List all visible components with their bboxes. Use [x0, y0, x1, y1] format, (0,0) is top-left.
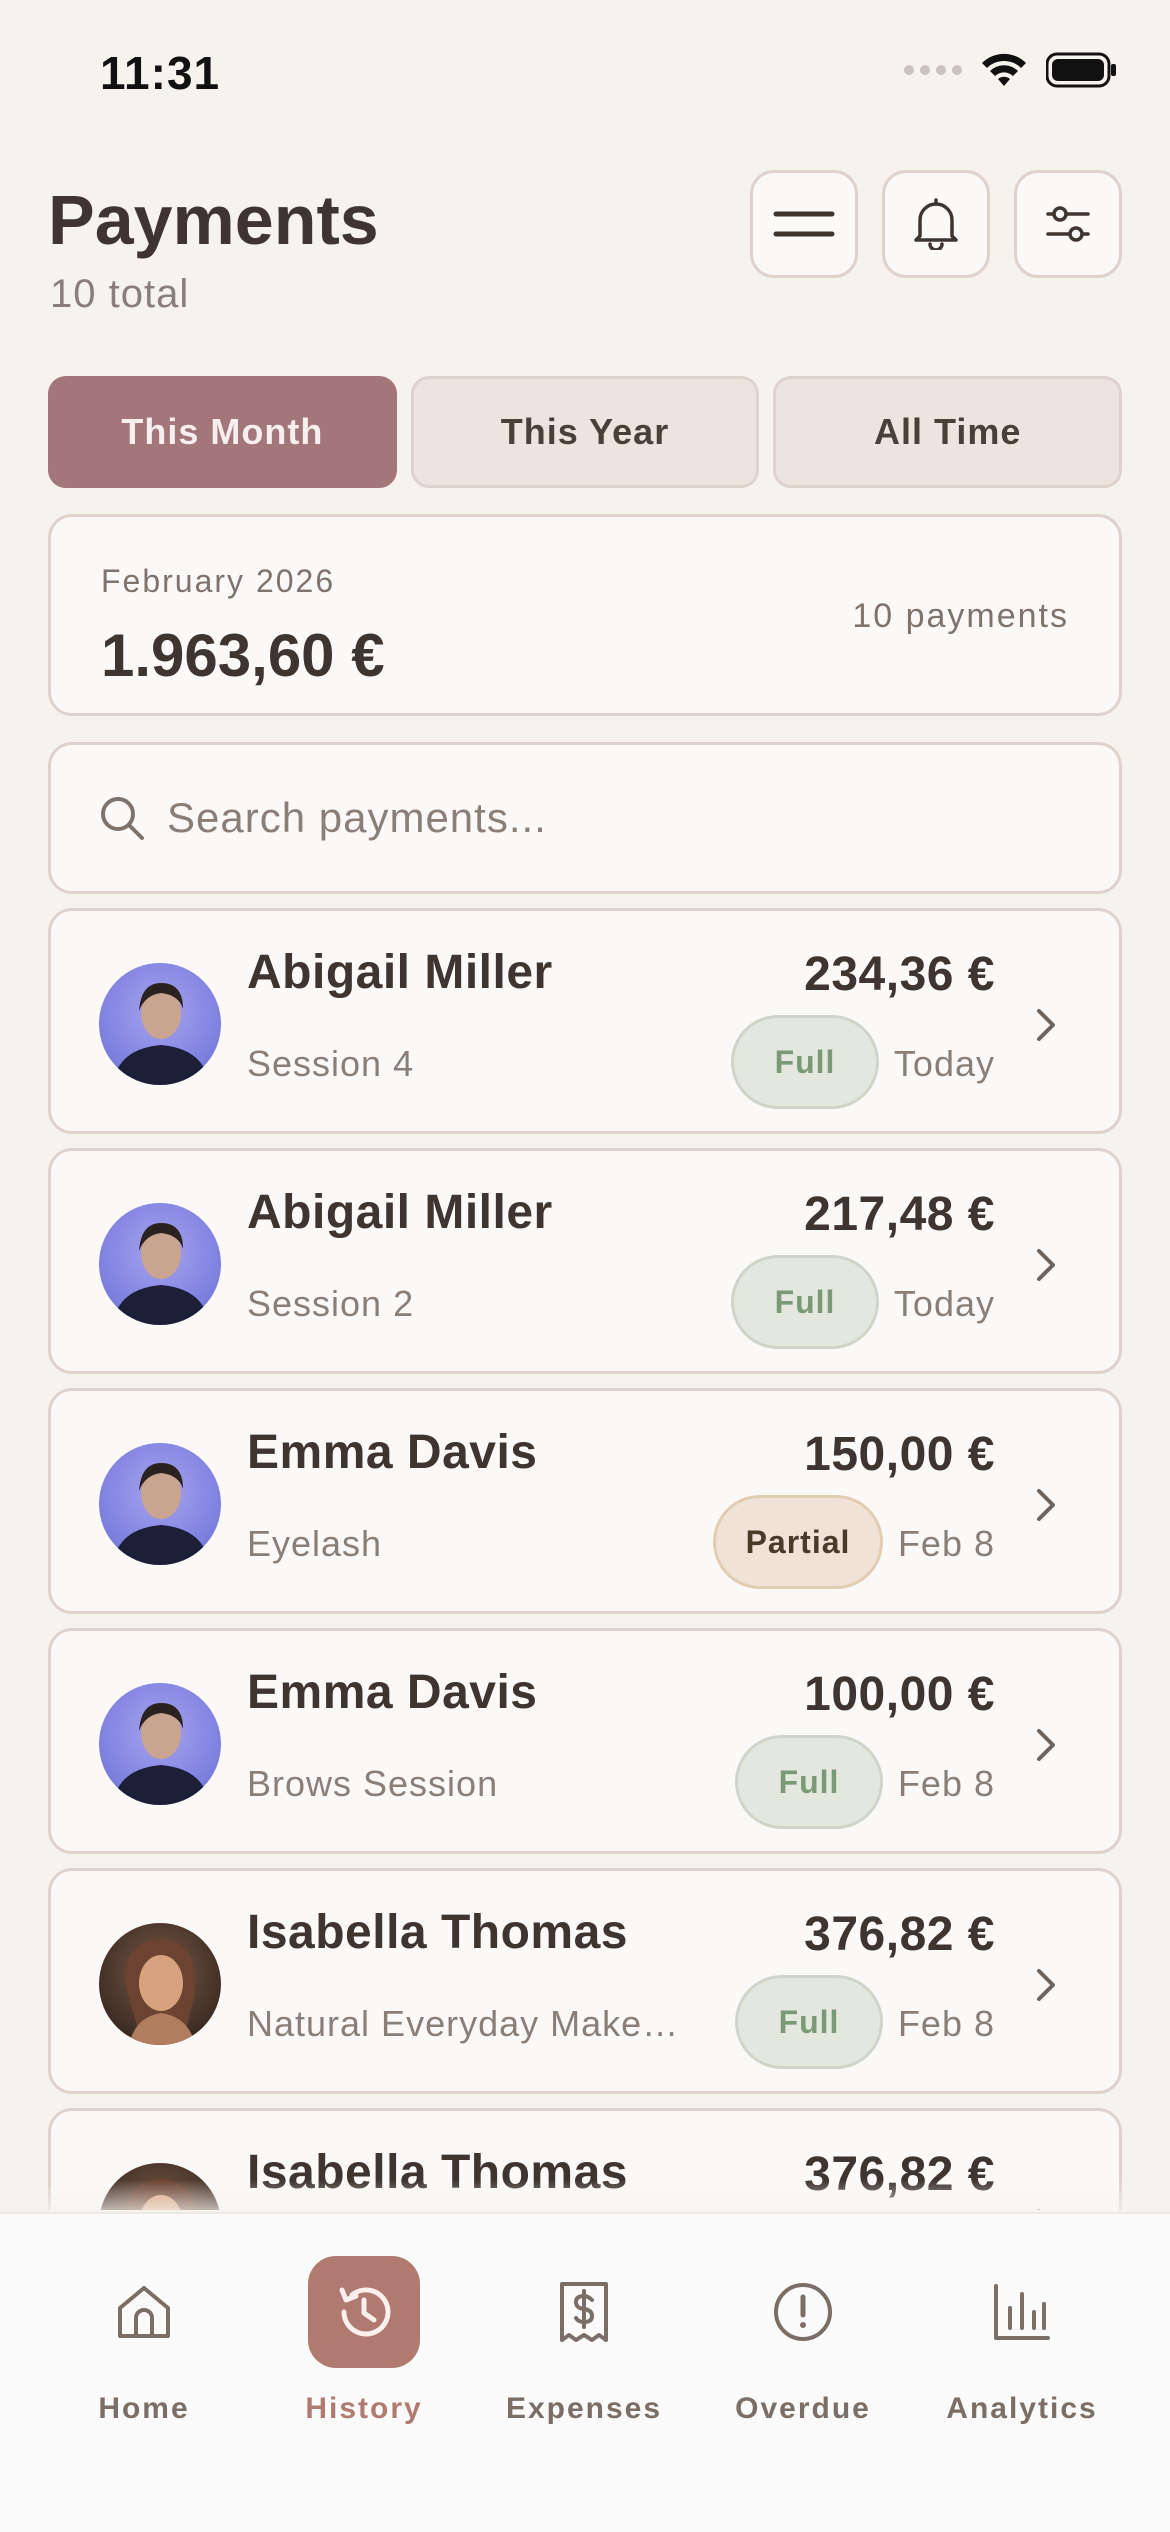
avatar: [99, 1203, 221, 1325]
client-name: Abigail Miller: [247, 946, 553, 999]
summary-period: February 2026: [101, 563, 336, 599]
payment-row[interactable]: Emma Davis Eyelash 150,00 € Partial Feb …: [48, 1388, 1122, 1614]
avatar: [99, 1923, 221, 2045]
tab-history[interactable]: History: [269, 2256, 459, 2425]
tab-home[interactable]: Home: [49, 2256, 239, 2425]
status-badge: Full: [731, 1015, 879, 1109]
client-name: Emma Davis: [247, 1666, 538, 1719]
client-name: Abigail Miller: [247, 1186, 553, 1239]
client-name: Emma Davis: [247, 1426, 538, 1479]
avatar: [99, 963, 221, 1085]
filter-button[interactable]: [1014, 170, 1122, 278]
segment-this-year[interactable]: This Year: [410, 376, 760, 488]
status-bar: 11:31: [0, 0, 1170, 150]
payment-amount: 100,00 €: [804, 1668, 995, 1721]
payment-date: Today: [893, 1283, 995, 1324]
payments-list: Abigail Miller Session 4 234,36 € Full T…: [48, 908, 1122, 2210]
chevron-right-icon: [1037, 1249, 1055, 1281]
menu-button[interactable]: [750, 170, 858, 278]
status-icons: [904, 52, 1118, 88]
payment-row[interactable]: Abigail Miller Session 2 217,48 € Full T…: [48, 1148, 1122, 1374]
menu-icon: [773, 211, 835, 237]
segment-all-time[interactable]: All Time: [773, 376, 1123, 488]
chart-icon: [994, 2284, 1050, 2340]
status-badge: Full: [735, 1975, 883, 2069]
payment-row[interactable]: Isabella Thomas Natural Everyday Make… 3…: [48, 1868, 1122, 2094]
service-name: Eyelash: [247, 1523, 383, 1564]
client-name: Isabella Thomas: [247, 1906, 628, 1959]
tab-label: Expenses: [505, 2392, 663, 2425]
summary-payment-count: 10 payments: [852, 597, 1069, 635]
payment-amount: 234,36 €: [804, 948, 995, 1001]
notifications-button[interactable]: [882, 170, 990, 278]
search-input[interactable]: [167, 794, 1047, 842]
payment-date: Today: [893, 1043, 995, 1084]
service-name: Natural Everyday Make…: [247, 2003, 680, 2044]
payment-row[interactable]: Abigail Miller Session 4 234,36 € Full T…: [48, 908, 1122, 1134]
avatar: [99, 1683, 221, 1805]
summary-card: February 2026 1.963,60 € 10 payments: [48, 514, 1122, 716]
tab-label: History: [305, 2392, 423, 2425]
payment-date: Feb 8: [897, 1763, 995, 1804]
service-name: Brows Session: [247, 1763, 499, 1804]
payment-date: Feb 8: [897, 1523, 995, 1564]
payment-amount: 150,00 €: [804, 1428, 995, 1481]
status-time: 11:31: [100, 47, 221, 99]
bottom-tab-bar: Home History Expenses Overdue Analytics: [0, 2212, 1170, 2532]
payment-row[interactable]: Emma Davis Brows Session 100,00 € Full F…: [48, 1628, 1122, 1854]
status-badge: Full: [731, 1255, 879, 1349]
battery-icon: [1046, 52, 1116, 88]
tab-analytics[interactable]: Analytics: [927, 2256, 1117, 2425]
status-badge: Full: [735, 1735, 883, 1829]
home-icon: [118, 2286, 170, 2338]
avatar: [99, 1443, 221, 1565]
tab-label: Analytics: [946, 2392, 1098, 2425]
payment-amount: 217,48 €: [804, 1188, 995, 1241]
service-name: Session 4: [247, 1043, 415, 1084]
tab-overdue[interactable]: Overdue: [708, 2256, 898, 2425]
page-title: Payments: [48, 181, 379, 259]
payment-date: Feb 8: [897, 2003, 995, 2044]
search-bar[interactable]: [48, 742, 1122, 894]
wifi-icon: [982, 53, 1026, 86]
segment-this-month[interactable]: This Month: [48, 376, 397, 488]
page-header: Payments 10 total: [48, 170, 1122, 330]
period-segmented-control: This Month This Year All Time: [48, 376, 1123, 488]
chevron-right-icon: [1037, 1729, 1055, 1761]
receipt-icon: [560, 2282, 608, 2342]
service-name: Session 2: [247, 1283, 415, 1324]
chevron-right-icon: [1037, 1009, 1055, 1041]
history-icon: [339, 2287, 391, 2337]
chevron-right-icon: [1037, 1489, 1055, 1521]
cellular-signal-icon: [904, 65, 962, 75]
filter-icon: [1046, 206, 1090, 242]
alert-icon: [774, 2283, 832, 2341]
tab-label: Home: [98, 2392, 190, 2425]
payments-total-count: 10 total: [50, 272, 190, 316]
tab-expenses[interactable]: Expenses: [489, 2256, 679, 2425]
tab-label: Overdue: [735, 2392, 871, 2425]
status-badge: Partial: [713, 1495, 883, 1589]
payment-amount: 376,82 €: [804, 1908, 995, 1961]
chevron-right-icon: [1037, 1969, 1055, 2001]
search-icon: [101, 797, 144, 840]
bell-icon: [914, 198, 958, 250]
summary-total-amount: 1.963,60 €: [101, 622, 385, 689]
